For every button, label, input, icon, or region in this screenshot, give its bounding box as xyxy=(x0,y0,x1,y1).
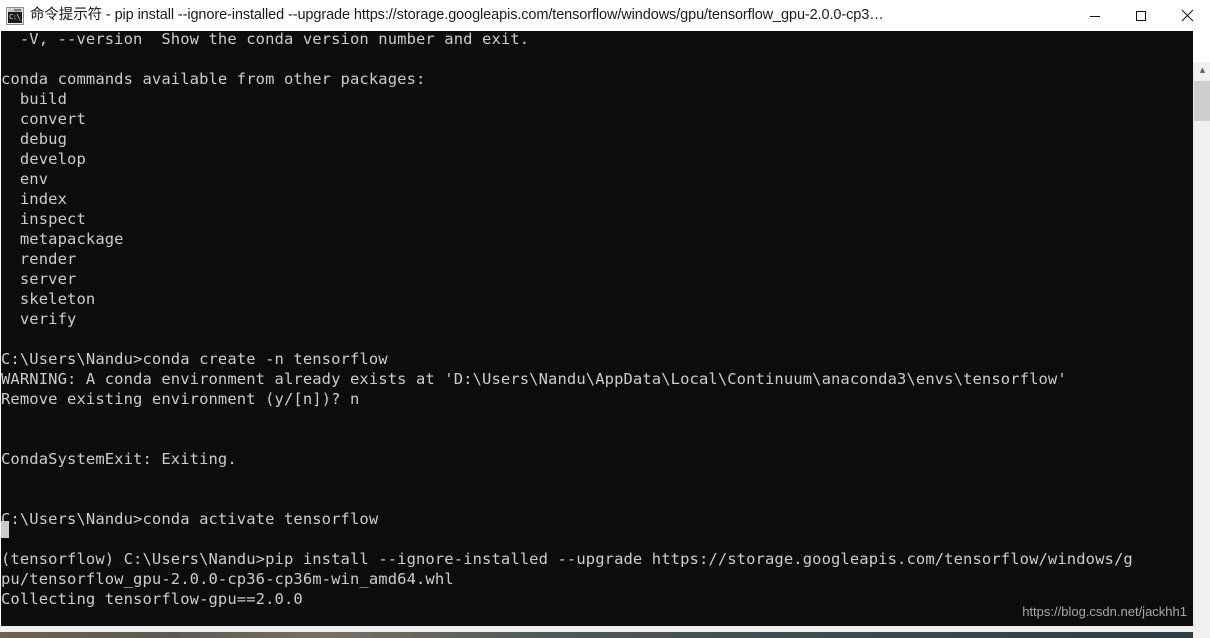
chevron-up-icon: ▲ xyxy=(1199,66,1206,74)
horizontal-scrollbar[interactable] xyxy=(0,626,1193,632)
minimize-icon xyxy=(1090,15,1100,17)
icon-prompt-text: C:\_ xyxy=(8,11,24,23)
window-controls xyxy=(1072,0,1210,31)
console-line: C:\Users\Nandu>conda activate tensorflow xyxy=(1,510,379,528)
vertical-scrollbar[interactable]: ▲ ▼ xyxy=(1193,62,1210,638)
maximize-button[interactable] xyxy=(1118,0,1164,31)
console-line: index xyxy=(1,190,68,208)
window-titlebar[interactable]: C:\_ 命令提示符 - pip install --ignore-instal… xyxy=(0,0,1210,31)
console-line: Collecting tensorflow-gpu==2.0.0 xyxy=(1,590,303,608)
console-line: convert xyxy=(1,110,86,128)
command-prompt-window: C:\_ 命令提示符 - pip install --ignore-instal… xyxy=(0,0,1210,638)
console-line: env xyxy=(1,170,49,188)
console-line: skeleton xyxy=(1,290,96,308)
console-line: pu/tensorflow_gpu-2.0.0-cp36-cp36m-win_a… xyxy=(1,570,454,588)
console-line: inspect xyxy=(1,210,86,228)
console-line: develop xyxy=(1,150,86,168)
console-line: C:\Users\Nandu>conda create -n tensorflo… xyxy=(1,350,388,368)
console-line: build xyxy=(1,90,68,108)
console-output-surface[interactable]: -V, --version Show the conda version num… xyxy=(1,31,1193,627)
close-button[interactable] xyxy=(1164,0,1210,31)
console-caret xyxy=(1,521,9,538)
vertical-scrollbar-thumb[interactable] xyxy=(1194,81,1210,121)
console-line: -V, --version Show the conda version num… xyxy=(1,31,530,48)
minimize-button[interactable] xyxy=(1072,0,1118,31)
console-line: server xyxy=(1,270,77,288)
console-line: Remove existing environment (y/[n])? n xyxy=(1,390,360,408)
window-title: 命令提示符 - pip install --ignore-installed -… xyxy=(30,7,884,23)
console-line: metapackage xyxy=(1,230,124,248)
watermark-text: https://blog.csdn.net/jackhh1 xyxy=(1022,604,1187,619)
console-client-area: -V, --version Show the conda version num… xyxy=(0,31,1210,638)
command-prompt-icon: C:\_ xyxy=(6,6,24,25)
console-line: conda commands available from other pack… xyxy=(1,70,426,88)
console-line: debug xyxy=(1,130,68,148)
console-line: render xyxy=(1,250,77,268)
maximize-icon xyxy=(1136,10,1146,21)
console-line: (tensorflow) C:\Users\Nandu>pip install … xyxy=(1,550,1133,568)
console-line: WARNING: A conda environment already exi… xyxy=(1,370,1067,388)
close-icon xyxy=(1181,9,1193,22)
console-line: verify xyxy=(1,310,77,328)
scroll-up-button[interactable]: ▲ xyxy=(1194,62,1210,79)
console-text-buffer: -V, --version Show the conda version num… xyxy=(1,31,1193,609)
console-line: CondaSystemExit: Exiting. xyxy=(1,450,237,468)
